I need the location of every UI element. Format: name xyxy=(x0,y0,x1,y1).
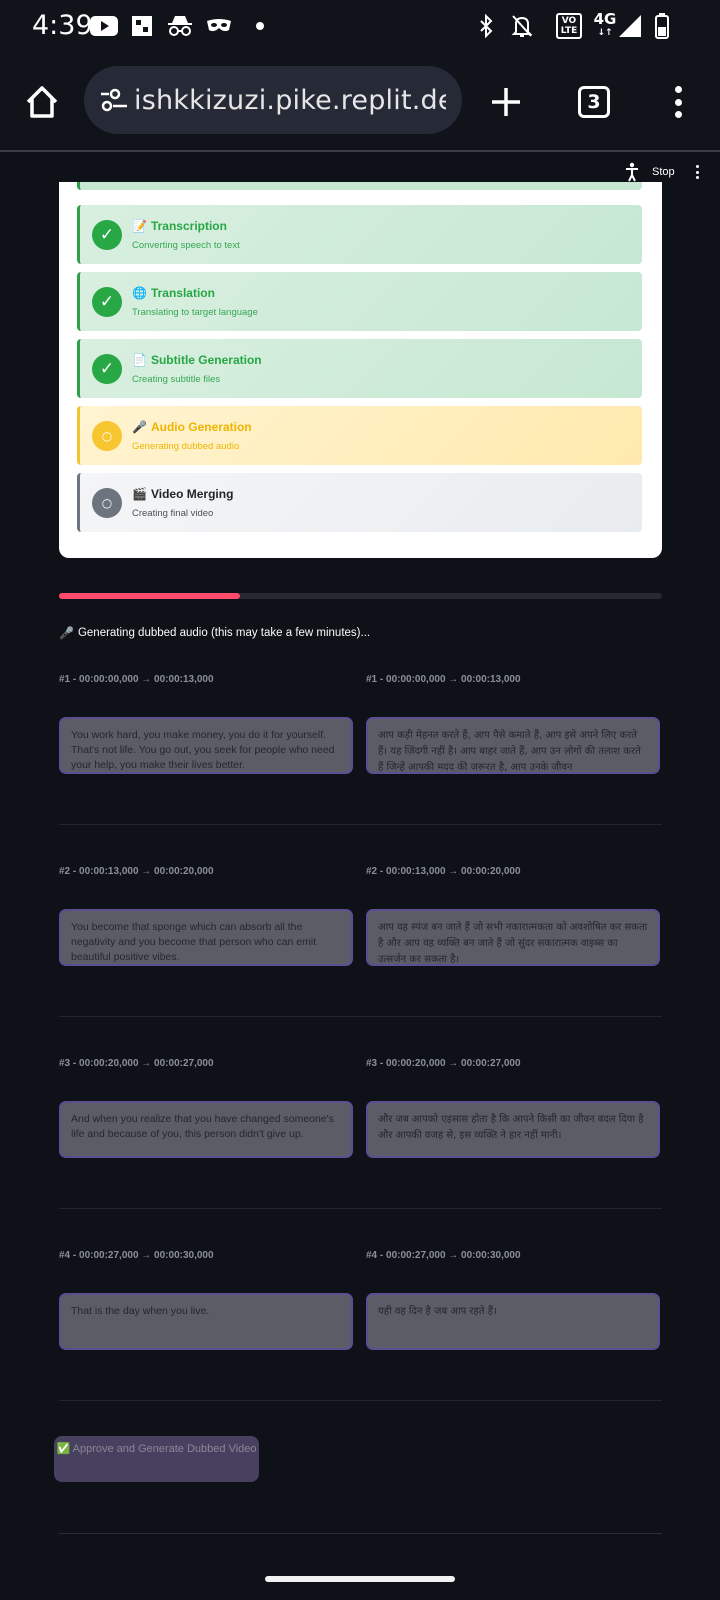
signal-icon xyxy=(618,12,642,40)
hindi-text-area[interactable]: आप कड़ी मेहनत करते हैं, आप पैसे कमाते है… xyxy=(366,717,660,774)
segment-label-english: #1 - 00:00:00,000 → 00:00:13,000 xyxy=(59,674,214,685)
english-text-area[interactable]: And when you realize that you have chang… xyxy=(59,1101,353,1158)
step-description: Generating dubbed audio xyxy=(132,440,240,452)
divider xyxy=(59,1016,662,1017)
check-icon: ✓ xyxy=(92,286,122,317)
english-text-area[interactable]: You become that sponge which can absorb … xyxy=(59,909,353,966)
progress-bar xyxy=(59,593,662,599)
hindi-text-area[interactable]: और जब आपको एहसास होता है कि आपने किसी का… xyxy=(366,1101,660,1158)
globe-icon: 🌐 xyxy=(132,285,147,300)
gesture-home-indicator[interactable] xyxy=(265,1576,455,1582)
incognito-icon xyxy=(166,12,194,40)
progress-message: Generating dubbed audio (this may take a… xyxy=(77,627,371,639)
divider xyxy=(59,1400,662,1401)
segment-label-hindi: #3 - 00:00:20,000 → 00:00:27,000 xyxy=(366,1058,521,1069)
volte-icon: VO LTE xyxy=(552,12,586,40)
step-title: Subtitle Generation xyxy=(150,352,262,367)
in-progress-icon: ○ xyxy=(92,420,122,451)
step-description: Converting speech to text xyxy=(132,239,240,251)
battery-icon xyxy=(654,12,670,40)
app-menu-icon[interactable] xyxy=(694,165,700,179)
progress-fill xyxy=(59,593,240,599)
bluetooth-icon xyxy=(476,12,496,40)
divider xyxy=(59,824,662,825)
approve-generate-button[interactable]: ✅ Approve and Generate Dubbed Video xyxy=(54,1436,259,1482)
step-title: Translation xyxy=(150,285,215,300)
pipeline-steps-card: ✓ 📝 Transcription Converting speech to te… xyxy=(59,182,662,558)
address-bar[interactable]: ishkkizuzi.pike.replit.dev xyxy=(84,66,462,134)
step-title: Transcription xyxy=(150,218,227,233)
clapper-icon: 🎬 xyxy=(132,486,147,501)
stop-button[interactable]: Stop xyxy=(652,166,675,178)
step-description: Creating subtitle files xyxy=(132,373,221,385)
previous-step-edge xyxy=(77,182,642,190)
app-icon xyxy=(130,12,154,40)
divider xyxy=(59,1208,662,1209)
segment-label-english: #2 - 00:00:13,000 → 00:00:20,000 xyxy=(59,866,214,877)
alarm-off-icon xyxy=(510,12,534,40)
segment-label-english: #4 - 00:00:27,000 → 00:00:30,000 xyxy=(59,1250,214,1261)
step-title: Audio Generation xyxy=(150,419,252,434)
browser-menu-icon[interactable] xyxy=(668,82,688,122)
step-subtitle-generation: ✓ 📄 Subtitle Generation Creating subtitle… xyxy=(77,339,642,398)
step-title: Video Merging xyxy=(150,486,234,501)
youtube-icon xyxy=(90,12,118,40)
step-audio-generation: ○ 🎤 Audio Generation Generating dubbed au… xyxy=(77,406,642,465)
microphone-icon: 🎤 xyxy=(59,626,74,640)
microphone-icon: 🎤 xyxy=(132,419,147,434)
mask-icon xyxy=(206,12,232,40)
new-tab-icon[interactable] xyxy=(486,82,526,122)
step-description: Creating final video xyxy=(132,507,214,519)
segment-label-english: #3 - 00:00:20,000 → 00:00:27,000 xyxy=(59,1058,214,1069)
memo-icon: 📝 xyxy=(132,218,147,233)
dot-icon xyxy=(254,12,266,40)
home-icon[interactable] xyxy=(22,82,62,122)
check-icon: ✓ xyxy=(92,353,122,384)
step-video-merging: ○ 🎬 Video Merging Creating final video xyxy=(77,473,642,532)
step-transcription: ✓ 📝 Transcription Converting speech to te… xyxy=(77,205,642,264)
english-text-area[interactable]: You work hard, you make money, you do it… xyxy=(59,717,353,774)
check-icon: ✓ xyxy=(92,219,122,250)
step-description: Translating to target language xyxy=(132,306,258,318)
hindi-text-area[interactable]: आप वह स्पंज बन जाते हैं जो सभी नकारात्मक… xyxy=(366,909,660,966)
english-text-area[interactable]: That is the day when you live. xyxy=(59,1293,353,1350)
pending-icon: ○ xyxy=(92,487,122,518)
site-settings-icon[interactable] xyxy=(94,80,134,120)
segment-label-hindi: #2 - 00:00:13,000 → 00:00:20,000 xyxy=(366,866,521,877)
page-icon: 📄 xyxy=(132,352,147,367)
segment-label-hindi: #1 - 00:00:00,000 → 00:00:13,000 xyxy=(366,674,521,685)
running-man-icon xyxy=(624,162,640,182)
network-type-icon: 4G ↓↑ xyxy=(593,10,617,39)
url-text[interactable]: ishkkizuzi.pike.replit.dev xyxy=(134,85,446,116)
progress-status: 🎤 Generating dubbed audio (this may take… xyxy=(59,626,370,640)
browser-toolbar: ishkkizuzi.pike.replit.dev 3 xyxy=(0,52,720,148)
hindi-text-area[interactable]: यही वह दिन है जब आप रहते हैं। xyxy=(366,1293,660,1350)
segment-label-hindi: #4 - 00:00:27,000 → 00:00:30,000 xyxy=(366,1250,521,1261)
status-bar: 4:39 VO LTE 4G ↓↑ xyxy=(0,0,720,52)
divider xyxy=(59,1533,662,1534)
clock: 4:39 xyxy=(32,10,93,41)
tab-switcher-button[interactable]: 3 xyxy=(578,86,610,118)
step-translation: ✓ 🌐 Translation Translating to target lan… xyxy=(77,272,642,331)
